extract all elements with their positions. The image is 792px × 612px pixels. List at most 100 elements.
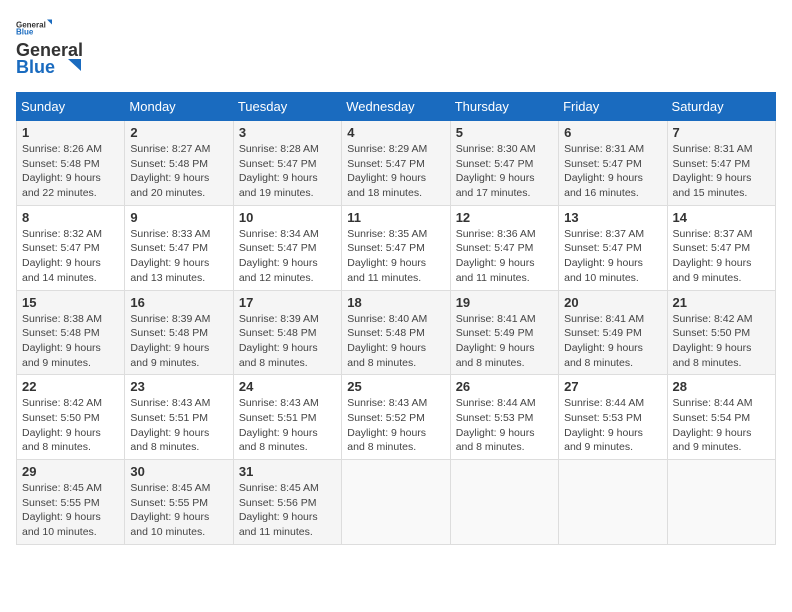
calendar-day-21: 21 Sunrise: 8:42 AMSunset: 5:50 PMDayligh… <box>667 290 775 375</box>
day-header-saturday: Saturday <box>667 93 775 121</box>
day-number: 8 <box>22 210 119 225</box>
empty-cell <box>342 460 450 545</box>
calendar-day-12: 12 Sunrise: 8:36 AMSunset: 5:47 PMDayligh… <box>450 205 558 290</box>
calendar-day-30: 30Sunrise: 8:45 AMSunset: 5:55 PMDayligh… <box>125 460 233 545</box>
day-info: Sunrise: 8:43 AMSunset: 5:51 PMDaylight:… <box>130 396 227 455</box>
day-info: Sunrise: 8:30 AMSunset: 5:47 PMDaylight:… <box>456 142 553 201</box>
day-info: Sunrise: 8:41 AMSunset: 5:49 PMDaylight:… <box>564 312 661 371</box>
day-number: 26 <box>456 379 553 394</box>
calendar-day-15: 15 Sunrise: 8:38 AMSunset: 5:48 PMDayligh… <box>17 290 125 375</box>
calendar-day-13: 13Sunrise: 8:37 AMSunset: 5:47 PMDayligh… <box>559 205 667 290</box>
day-info: Sunrise: 8:43 AMSunset: 5:51 PMDaylight:… <box>239 396 336 455</box>
day-info: Sunrise: 8:39 AMSunset: 5:48 PMDaylight:… <box>130 312 227 371</box>
day-info: Sunrise: 8:36 AMSunset: 5:47 PMDaylight:… <box>456 227 553 286</box>
day-number: 30 <box>130 464 227 479</box>
day-number: 25 <box>347 379 444 394</box>
day-info: Sunrise: 8:41 AMSunset: 5:49 PMDaylight:… <box>456 312 553 371</box>
calendar-day-6: 6 Sunrise: 8:31 AMSunset: 5:47 PMDaylight… <box>559 121 667 206</box>
calendar-header-row: SundayMondayTuesdayWednesdayThursdayFrid… <box>17 93 776 121</box>
day-info: Sunrise: 8:44 AMSunset: 5:53 PMDaylight:… <box>456 396 553 455</box>
day-info: Sunrise: 8:37 AMSunset: 5:47 PMDaylight:… <box>673 227 770 286</box>
header: General Blue General Blue <box>16 16 776 84</box>
day-number: 3 <box>239 125 336 140</box>
calendar-day-5: 5 Sunrise: 8:30 AMSunset: 5:47 PMDaylight… <box>450 121 558 206</box>
day-info: Sunrise: 8:27 AMSunset: 5:48 PMDaylight:… <box>130 142 227 201</box>
day-number: 15 <box>22 295 119 310</box>
day-info: Sunrise: 8:31 AMSunset: 5:47 PMDaylight:… <box>564 142 661 201</box>
day-number: 1 <box>22 125 119 140</box>
day-info: Sunrise: 8:34 AMSunset: 5:47 PMDaylight:… <box>239 227 336 286</box>
calendar-day-7: 7 Sunrise: 8:31 AMSunset: 5:47 PMDaylight… <box>667 121 775 206</box>
day-info: Sunrise: 8:29 AMSunset: 5:47 PMDaylight:… <box>347 142 444 201</box>
calendar-week-5: 29 Sunrise: 8:45 AMSunset: 5:55 PMDayligh… <box>17 460 776 545</box>
day-info: Sunrise: 8:38 AMSunset: 5:48 PMDaylight:… <box>22 312 119 371</box>
calendar-day-17: 17 Sunrise: 8:39 AMSunset: 5:48 PMDayligh… <box>233 290 341 375</box>
calendar-day-8: 8 Sunrise: 8:32 AMSunset: 5:47 PMDaylight… <box>17 205 125 290</box>
day-number: 28 <box>673 379 770 394</box>
day-header-wednesday: Wednesday <box>342 93 450 121</box>
day-number: 19 <box>456 295 553 310</box>
day-info: Sunrise: 8:32 AMSunset: 5:47 PMDaylight:… <box>22 227 119 286</box>
day-info: Sunrise: 8:42 AMSunset: 5:50 PMDaylight:… <box>22 396 119 455</box>
calendar-day-4: 4 Sunrise: 8:29 AMSunset: 5:47 PMDaylight… <box>342 121 450 206</box>
day-header-thursday: Thursday <box>450 93 558 121</box>
day-number: 7 <box>673 125 770 140</box>
day-info: Sunrise: 8:45 AMSunset: 5:55 PMDaylight:… <box>22 481 119 540</box>
day-number: 27 <box>564 379 661 394</box>
logo: General Blue General Blue <box>16 16 86 84</box>
calendar-day-23: 23Sunrise: 8:43 AMSunset: 5:51 PMDayligh… <box>125 375 233 460</box>
calendar-day-14: 14Sunrise: 8:37 AMSunset: 5:47 PMDayligh… <box>667 205 775 290</box>
logo-svg: General Blue <box>16 18 56 36</box>
calendar-week-4: 22 Sunrise: 8:42 AMSunset: 5:50 PMDayligh… <box>17 375 776 460</box>
calendar-day-11: 11 Sunrise: 8:35 AMSunset: 5:47 PMDayligh… <box>342 205 450 290</box>
empty-cell <box>667 460 775 545</box>
day-number: 31 <box>239 464 336 479</box>
calendar-week-3: 15 Sunrise: 8:38 AMSunset: 5:48 PMDayligh… <box>17 290 776 375</box>
day-info: Sunrise: 8:35 AMSunset: 5:47 PMDaylight:… <box>347 227 444 286</box>
calendar-day-27: 27Sunrise: 8:44 AMSunset: 5:53 PMDayligh… <box>559 375 667 460</box>
calendar-day-10: 10 Sunrise: 8:34 AMSunset: 5:47 PMDayligh… <box>233 205 341 290</box>
calendar-week-2: 8 Sunrise: 8:32 AMSunset: 5:47 PMDaylight… <box>17 205 776 290</box>
day-info: Sunrise: 8:33 AMSunset: 5:47 PMDaylight:… <box>130 227 227 286</box>
day-number: 29 <box>22 464 119 479</box>
day-number: 5 <box>456 125 553 140</box>
calendar-week-1: 1Sunrise: 8:26 AMSunset: 5:48 PMDaylight… <box>17 121 776 206</box>
day-info: Sunrise: 8:39 AMSunset: 5:48 PMDaylight:… <box>239 312 336 371</box>
svg-text:Blue: Blue <box>16 57 55 77</box>
day-number: 20 <box>564 295 661 310</box>
day-number: 11 <box>347 210 444 225</box>
day-info: Sunrise: 8:28 AMSunset: 5:47 PMDaylight:… <box>239 142 336 201</box>
day-info: Sunrise: 8:42 AMSunset: 5:50 PMDaylight:… <box>673 312 770 371</box>
calendar-day-24: 24Sunrise: 8:43 AMSunset: 5:51 PMDayligh… <box>233 375 341 460</box>
calendar-day-20: 20 Sunrise: 8:41 AMSunset: 5:49 PMDayligh… <box>559 290 667 375</box>
empty-cell <box>450 460 558 545</box>
day-number: 18 <box>347 295 444 310</box>
calendar-day-22: 22 Sunrise: 8:42 AMSunset: 5:50 PMDayligh… <box>17 375 125 460</box>
empty-cell <box>559 460 667 545</box>
calendar-day-19: 19 Sunrise: 8:41 AMSunset: 5:49 PMDayligh… <box>450 290 558 375</box>
calendar-day-3: 3 Sunrise: 8:28 AMSunset: 5:47 PMDaylight… <box>233 121 341 206</box>
day-header-tuesday: Tuesday <box>233 93 341 121</box>
calendar-day-28: 28Sunrise: 8:44 AMSunset: 5:54 PMDayligh… <box>667 375 775 460</box>
day-number: 10 <box>239 210 336 225</box>
day-number: 21 <box>673 295 770 310</box>
calendar-day-31: 31Sunrise: 8:45 AMSunset: 5:56 PMDayligh… <box>233 460 341 545</box>
day-number: 22 <box>22 379 119 394</box>
day-number: 12 <box>456 210 553 225</box>
day-number: 13 <box>564 210 661 225</box>
calendar-day-29: 29 Sunrise: 8:45 AMSunset: 5:55 PMDayligh… <box>17 460 125 545</box>
day-info: Sunrise: 8:31 AMSunset: 5:47 PMDaylight:… <box>673 142 770 201</box>
calendar-day-25: 25 Sunrise: 8:43 AMSunset: 5:52 PMDayligh… <box>342 375 450 460</box>
logo-blue-svg: Blue <box>16 57 86 79</box>
day-number: 4 <box>347 125 444 140</box>
day-info: Sunrise: 8:43 AMSunset: 5:52 PMDaylight:… <box>347 396 444 455</box>
day-info: Sunrise: 8:40 AMSunset: 5:48 PMDaylight:… <box>347 312 444 371</box>
calendar-day-2: 2Sunrise: 8:27 AMSunset: 5:48 PMDaylight… <box>125 121 233 206</box>
calendar-day-26: 26 Sunrise: 8:44 AMSunset: 5:53 PMDayligh… <box>450 375 558 460</box>
day-number: 16 <box>130 295 227 310</box>
day-number: 17 <box>239 295 336 310</box>
svg-text:Blue: Blue <box>16 28 34 37</box>
day-number: 9 <box>130 210 227 225</box>
day-number: 6 <box>564 125 661 140</box>
day-header-sunday: Sunday <box>17 93 125 121</box>
